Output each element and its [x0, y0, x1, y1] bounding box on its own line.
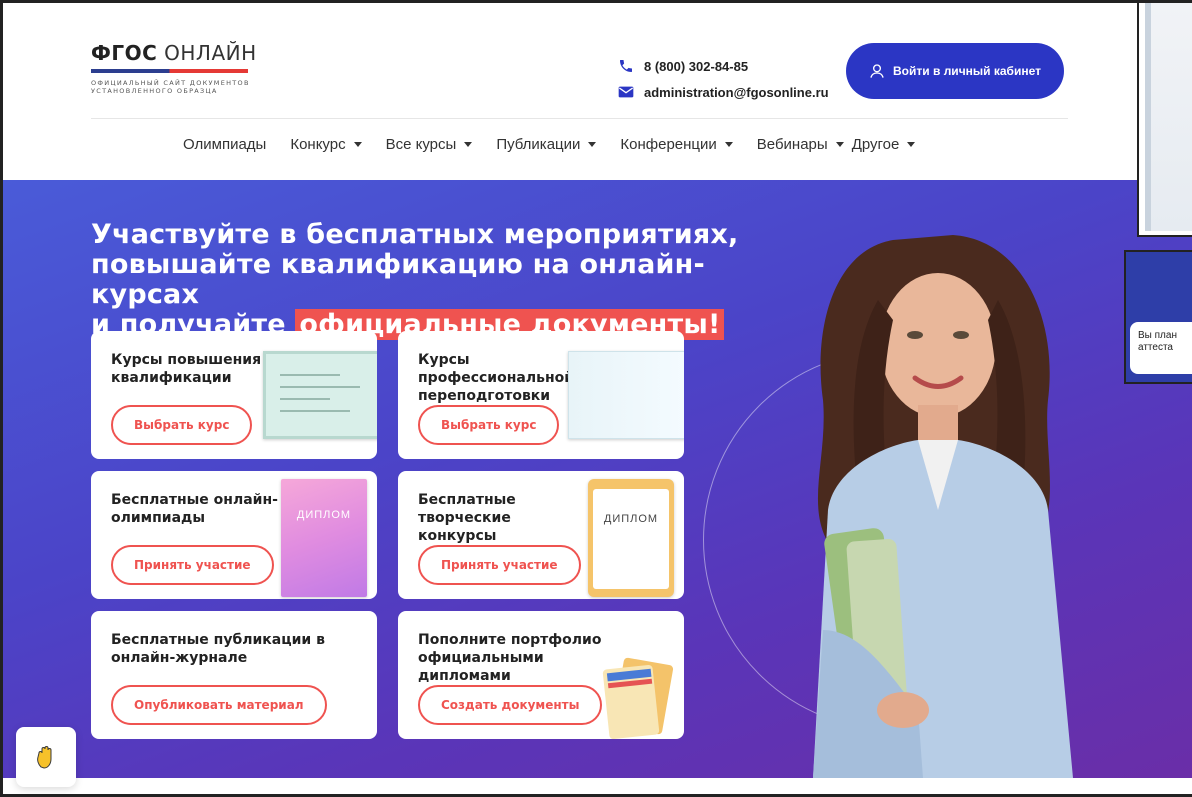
nav-item-publications[interactable]: Публикации	[496, 136, 597, 153]
card-title: Бесплатные творческие конкурсы	[418, 492, 516, 544]
phone-link[interactable]: 8 (800) 302-84-85	[618, 53, 829, 79]
caret-down-icon	[588, 142, 597, 147]
card-qualification-courses[interactable]: Курсы повышения квалификации Выбрать кур…	[91, 331, 377, 459]
teacher-photo	[813, 235, 1073, 778]
hero-title-line2: повышайте квалификацию на онлайн-курсах	[91, 249, 705, 310]
logo-title-bold: ФГОС	[91, 41, 158, 65]
hero-title-line1: Участвуйте в бесплатных мероприятиях,	[91, 219, 739, 250]
login-button[interactable]: Войти в личный кабинет	[846, 43, 1064, 99]
caret-down-icon	[835, 142, 844, 147]
phone-icon	[620, 60, 632, 72]
login-label: Войти в личный кабинет	[893, 64, 1041, 78]
caret-down-icon	[724, 142, 733, 147]
email-address: administration@fgosonline.ru	[644, 84, 829, 100]
card-title: Бесплатные публикации в онлайн-журнале	[111, 632, 325, 666]
logo-subtitle-line1: ОФИЦИАЛЬНЫЙ САЙТ ДОКУМЕНТОВ	[91, 79, 250, 87]
certificate-image	[263, 351, 377, 439]
side-promo-tooltip[interactable]: Вы план аттеста	[1130, 322, 1192, 374]
nav-label: Конференции	[620, 136, 717, 153]
certificate-preview-popup[interactable]	[1137, 3, 1192, 237]
logo-underline	[91, 69, 248, 73]
card-creative-contests[interactable]: Бесплатные творческие конкурсы ДИПЛОМ Пр…	[398, 471, 684, 599]
nav-item-other[interactable]: Другое	[852, 136, 916, 153]
participate-button[interactable]: Принять участие	[418, 545, 581, 585]
card-publications[interactable]: Бесплатные публикации в онлайн-журнале О…	[91, 611, 377, 739]
card-olympiads[interactable]: Бесплатные онлайн-олимпиады ДИПЛОМ Приня…	[91, 471, 377, 599]
main-nav: Олимпиады Конкурс Все курсы Публикации К…	[183, 136, 939, 153]
nav-item-contest[interactable]: Конкурс	[290, 136, 362, 153]
nav-item-olympiads[interactable]: Олимпиады	[183, 136, 266, 153]
contacts: 8 (800) 302-84-85 administration@fgosonl…	[618, 53, 829, 105]
page-below-hero	[3, 778, 1192, 797]
phone-number: 8 (800) 302-84-85	[644, 58, 749, 74]
hero-section: Участвуйте в бесплатных мероприятиях, по…	[3, 180, 1192, 778]
choose-course-button[interactable]: Выбрать курс	[111, 405, 253, 445]
card-title: Бесплатные онлайн-олимпиады	[111, 492, 278, 526]
certificate-preview-image	[1145, 3, 1192, 231]
diploma-image: ДИПЛОМ	[281, 479, 367, 597]
create-documents-button[interactable]: Создать документы	[418, 685, 603, 725]
logo-subtitle: ОФИЦИАЛЬНЫЙ САЙТ ДОКУМЕНТОВ УСТАНОВЛЕННО…	[91, 79, 261, 95]
nav-label: Вебинары	[756, 136, 828, 153]
site-logo[interactable]: ФГОС ОНЛАЙН ОФИЦИАЛЬНЫЙ САЙТ ДОКУМЕНТОВ …	[91, 41, 261, 95]
diploma-label: ДИПЛОМ	[603, 513, 659, 525]
nav-label: Все курсы	[385, 136, 457, 153]
logo-title-thin: ОНЛАЙН	[164, 41, 257, 65]
hero-title: Участвуйте в бесплатных мероприятиях, по…	[91, 220, 791, 340]
logo-title: ФГОС ОНЛАЙН	[91, 41, 261, 65]
nav-label: Другое	[851, 136, 900, 153]
nav-item-all-courses[interactable]: Все курсы	[386, 136, 473, 153]
card-retraining-courses[interactable]: Курсы профессиональной переподготовки Вы…	[398, 331, 684, 459]
card-portfolio[interactable]: Пополните портфолио официальными диплома…	[398, 611, 684, 739]
mail-icon	[618, 86, 634, 98]
user-icon	[870, 64, 884, 78]
email-link[interactable]: administration@fgosonline.ru	[618, 79, 829, 105]
diploma-sheet: ДИПЛОМ	[593, 489, 669, 589]
caret-down-icon	[353, 142, 362, 147]
caret-down-icon	[907, 142, 916, 147]
certificate-image	[568, 351, 684, 439]
tooltip-line1: Вы план	[1138, 330, 1177, 341]
participate-button[interactable]: Принять участие	[111, 545, 274, 585]
tooltip-line2: аттеста	[1138, 342, 1173, 353]
diploma-image: ДИПЛОМ	[588, 479, 674, 597]
nav-item-conferences[interactable]: Конференции	[620, 136, 733, 153]
header-divider	[91, 118, 1068, 119]
site-header: ФГОС ОНЛАЙН ОФИЦИАЛЬНЫЙ САЙТ ДОКУМЕНТОВ …	[3, 3, 1140, 180]
portfolio-diplomas-image	[602, 657, 674, 739]
nav-label: Олимпиады	[183, 136, 267, 153]
waving-hand-icon	[37, 746, 52, 769]
nav-label: Конкурс	[290, 136, 346, 153]
chat-widget-button[interactable]	[16, 727, 76, 787]
diploma-label: ДИПЛОМ	[296, 509, 352, 521]
choose-course-button[interactable]: Выбрать курс	[418, 405, 560, 445]
logo-subtitle-line2: УСТАНОВЛЕННОГО ОБРАЗЦА	[91, 87, 218, 95]
nav-label: Публикации	[496, 136, 581, 153]
nav-item-webinars[interactable]: Вебинары	[757, 136, 844, 153]
publish-material-button[interactable]: Опубликовать материал	[111, 685, 327, 725]
caret-down-icon	[464, 142, 473, 147]
